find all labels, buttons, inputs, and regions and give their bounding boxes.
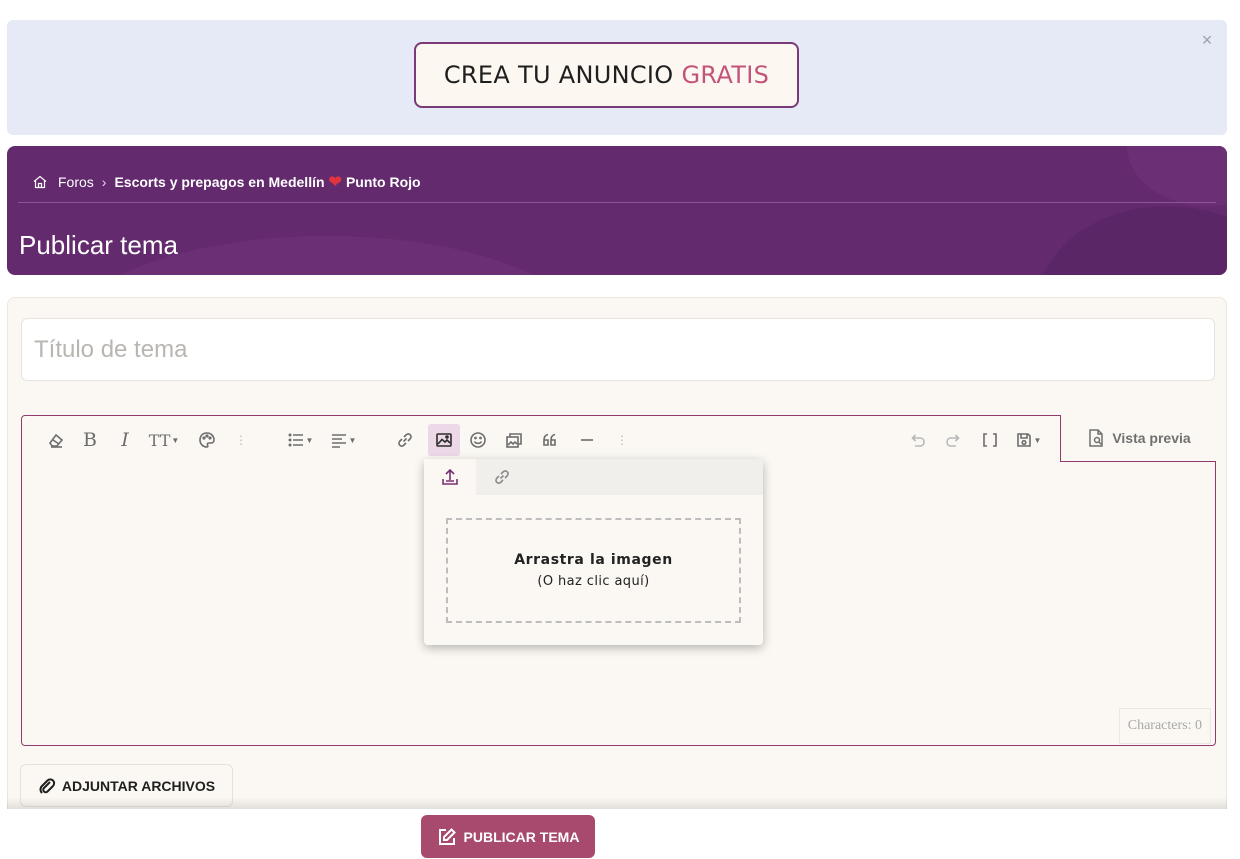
gallery-icon[interactable] (501, 427, 527, 453)
caret-down-icon: ▼ (171, 435, 180, 445)
editor-toolbar: B I TT ▼ ⋮ ▼ ▼ ⋮ ▼ (22, 416, 1060, 462)
upload-icon[interactable] (424, 459, 476, 495)
preview-button[interactable]: Vista previa (1060, 415, 1216, 462)
close-icon[interactable]: × (1199, 31, 1215, 49)
text-size-button[interactable]: TT ▼ (146, 427, 182, 453)
breadcrumb-forums[interactable]: Foros (58, 174, 94, 190)
align-icon[interactable]: ▼ (327, 427, 359, 453)
insert-image-popup: Arrastra la imagen (O haz clic aquí) (424, 459, 763, 645)
link-icon[interactable] (392, 427, 418, 453)
dropzone-title: Arrastra la imagen (514, 552, 673, 568)
thread-title-input[interactable] (21, 318, 1215, 381)
bbcode-icon[interactable] (977, 427, 1003, 453)
eraser-icon[interactable] (43, 427, 69, 453)
paperclip-icon (39, 777, 55, 794)
home-icon[interactable] (32, 174, 48, 190)
image-icon[interactable] (428, 424, 460, 456)
quote-icon[interactable] (537, 427, 563, 453)
more-options-icon[interactable]: ⋮ (235, 433, 247, 447)
palette-icon[interactable] (194, 427, 220, 453)
edit-icon (438, 827, 456, 845)
bold-button[interactable]: B (77, 427, 103, 453)
ad-text-accent: GRATIS (681, 61, 770, 89)
character-count: Characters: 0 (1118, 708, 1211, 744)
publish-thread-button[interactable]: PUBLICAR TEMA (421, 815, 595, 858)
ad-banner: CREA TU ANUNCIO GRATIS × (7, 20, 1227, 135)
redo-icon[interactable] (940, 427, 966, 453)
breadcrumb: Foros › Escorts y prepagos en Medellín ❤… (32, 172, 421, 192)
save-draft-icon[interactable]: ▼ (1011, 427, 1045, 453)
image-dropzone[interactable]: Arrastra la imagen (O haz clic aquí) (446, 518, 741, 623)
emoji-icon[interactable] (465, 427, 491, 453)
page-header: Foros › Escorts y prepagos en Medellín ❤… (7, 146, 1227, 275)
breadcrumb-current[interactable]: Escorts y prepagos en Medellín ❤ Punto R… (114, 172, 420, 192)
link-icon[interactable] (476, 459, 528, 495)
page-title: Publicar tema (19, 230, 178, 260)
dropzone-subtitle: (O haz clic aquí) (537, 574, 650, 589)
italic-button[interactable]: I (112, 427, 138, 453)
more-insert-icon[interactable]: ⋮ (616, 433, 628, 447)
preview-icon (1089, 429, 1104, 447)
popup-tabs (424, 459, 763, 495)
heart-icon: ❤ (328, 174, 342, 191)
form-footer: PUBLICAR TEMA (7, 809, 1227, 859)
undo-icon[interactable] (905, 427, 931, 453)
horizontal-line-icon[interactable] (574, 427, 600, 453)
ad-text: CREA TU ANUNCIO (443, 61, 674, 89)
ad-create-listing-link[interactable]: CREA TU ANUNCIO GRATIS (414, 42, 799, 108)
list-icon[interactable]: ▼ (284, 427, 316, 453)
chevron-right-icon: › (101, 174, 107, 190)
